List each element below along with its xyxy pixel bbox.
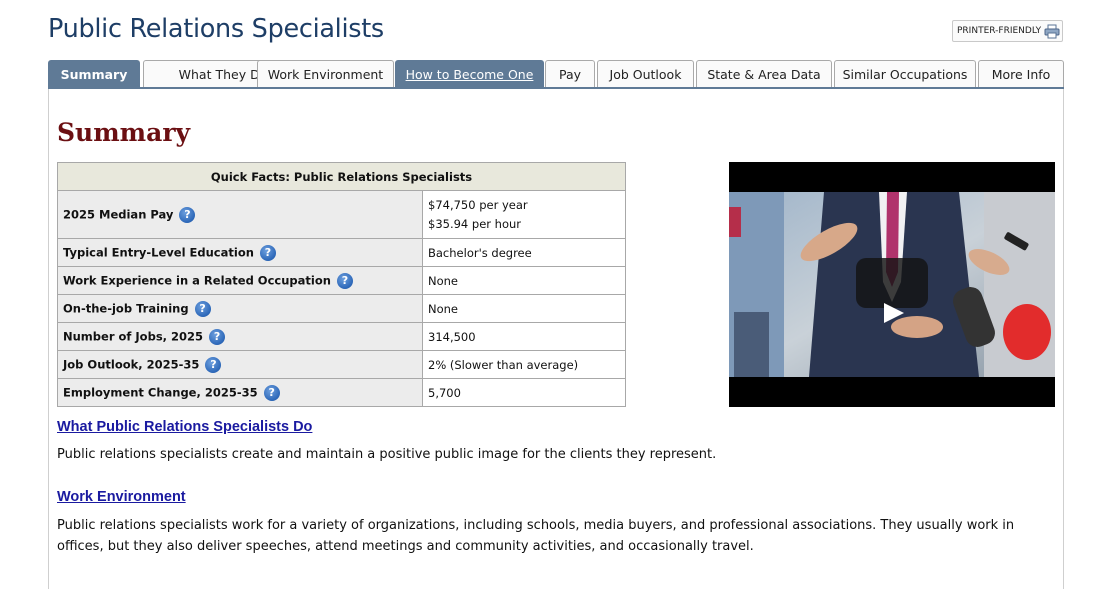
table-row: Work Experience in a Related Occupation?…: [57, 266, 626, 295]
play-button[interactable]: [856, 258, 928, 323]
tab-more-info[interactable]: More Info: [978, 60, 1064, 87]
work-environment-link[interactable]: Work Environment: [57, 489, 186, 505]
fact-label-cell: Typical Entry-Level Education?: [57, 238, 423, 267]
printer-friendly-button[interactable]: PRINTER-FRIENDLY: [952, 20, 1063, 42]
fact-label-cell: On-the-job Training?: [57, 294, 423, 323]
help-icon[interactable]: ?: [179, 206, 196, 223]
fact-label: Number of Jobs, 2025: [63, 329, 204, 343]
fact-label-cell: Work Experience in a Related Occupation?: [57, 266, 423, 295]
help-icon[interactable]: ?: [194, 300, 211, 317]
fact-label-cell: 2025 Median Pay?: [57, 190, 423, 239]
table-row: 2025 Median Pay? $74,750 per year $35.94 …: [57, 190, 626, 239]
fact-label: 2025 Median Pay: [63, 207, 174, 221]
tab-state-area-data[interactable]: State & Area Data: [696, 60, 832, 87]
table-row: Job Outlook, 2025-35? 2% (Slower than av…: [57, 350, 626, 379]
fact-value: 314,500: [422, 322, 626, 351]
quick-facts-title: Quick Facts: Public Relations Specialist…: [57, 162, 626, 191]
tab-how-to-become-one[interactable]: How to Become One: [395, 60, 544, 87]
table-row: Employment Change, 2025-35? 5,700: [57, 378, 626, 407]
work-environment-text: Public relations specialists work for a …: [57, 518, 1015, 554]
tab-work-environment[interactable]: Work Environment: [257, 60, 394, 87]
table-row: On-the-job Training? None: [57, 294, 626, 323]
fact-label-cell: Job Outlook, 2025-35?: [57, 350, 423, 379]
fact-value: 2% (Slower than average): [422, 350, 626, 379]
fact-value: None: [422, 266, 626, 295]
summary-heading: Summary: [57, 118, 191, 147]
tab-bar: Summary What They Do Work Environment Ho…: [48, 60, 1064, 89]
fact-label: Job Outlook, 2025-35: [63, 357, 200, 371]
fact-value: None: [422, 294, 626, 323]
printer-icon: [1044, 24, 1060, 38]
help-icon[interactable]: ?: [259, 244, 276, 261]
printer-friendly-label: PRINTER-FRIENDLY: [957, 26, 1042, 36]
what-they-do-link[interactable]: What Public Relations Specialists Do: [57, 419, 312, 435]
what-they-do-text: Public relations specialists create and …: [57, 447, 717, 462]
fact-value: $74,750 per year: [428, 197, 528, 212]
fact-value-cell: $74,750 per year $35.94 per hour: [422, 190, 626, 239]
fact-value: Bachelor's degree: [422, 238, 626, 267]
tab-job-outlook[interactable]: Job Outlook: [597, 60, 694, 87]
fact-value: 5,700: [422, 378, 626, 407]
tab-pay[interactable]: Pay: [545, 60, 595, 87]
help-icon[interactable]: ?: [209, 328, 226, 345]
play-icon: [884, 303, 904, 323]
table-row: Number of Jobs, 2025? 314,500: [57, 322, 626, 351]
fact-label-cell: Number of Jobs, 2025?: [57, 322, 423, 351]
help-icon[interactable]: ?: [205, 356, 222, 373]
fact-label: On-the-job Training: [63, 301, 189, 315]
quick-facts-table: Quick Facts: Public Relations Specialist…: [57, 162, 626, 407]
tab-similar-occupations[interactable]: Similar Occupations: [834, 60, 976, 87]
fact-label: Typical Entry-Level Education: [63, 245, 254, 259]
fact-label: Employment Change, 2025-35: [63, 385, 258, 399]
fact-value-hourly: $35.94 per hour: [428, 216, 521, 231]
page-title: Public Relations Specialists: [48, 14, 384, 44]
tab-summary[interactable]: Summary: [48, 60, 140, 87]
help-icon[interactable]: ?: [263, 384, 280, 401]
table-row: Typical Entry-Level Education? Bachelor'…: [57, 238, 626, 267]
fact-label-cell: Employment Change, 2025-35?: [57, 378, 423, 407]
video-player[interactable]: [729, 162, 1055, 407]
help-icon[interactable]: ?: [336, 272, 353, 289]
fact-label: Work Experience in a Related Occupation: [63, 273, 331, 287]
